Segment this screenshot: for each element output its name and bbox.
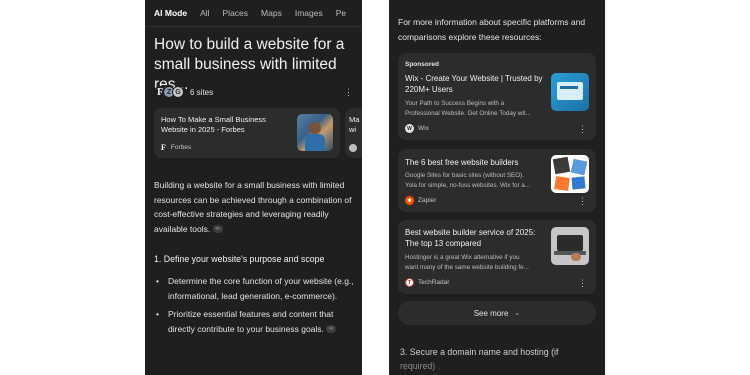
source-name: Wix bbox=[418, 125, 429, 132]
thumbnail-person-head bbox=[309, 122, 321, 134]
zapier-icon: ✱ bbox=[405, 196, 414, 205]
result-thumbnail bbox=[551, 73, 589, 111]
tab-partial[interactable]: Pe bbox=[336, 8, 346, 18]
wix-icon: W bbox=[405, 124, 414, 133]
result-title[interactable]: The 6 best free website builders bbox=[405, 157, 545, 168]
result-snippet: Hostinger is a great Wix alternative if … bbox=[405, 254, 529, 271]
list-item-text: Prioritize essential features and conten… bbox=[168, 309, 334, 334]
techradar-icon: T bbox=[405, 278, 414, 287]
source-card-title: Ma wi bbox=[349, 115, 360, 134]
list-item: Prioritize essential features and conten… bbox=[156, 307, 356, 336]
intro-paragraph: Building a website for a small business … bbox=[154, 178, 354, 236]
see-more-button[interactable]: See more ⌄ bbox=[398, 301, 596, 325]
sites-count: 6 sites bbox=[190, 87, 214, 97]
result-title[interactable]: Best website builder service of 2025: Th… bbox=[405, 227, 545, 249]
link-icon[interactable]: ∞ bbox=[326, 325, 337, 334]
forbes-logo-icon: F bbox=[161, 143, 166, 152]
resources-intro: For more information about specific plat… bbox=[398, 17, 586, 42]
more-options-icon[interactable]: ⋮ bbox=[578, 279, 587, 288]
right-phone-screen: For more information about specific plat… bbox=[389, 0, 605, 375]
tab-images[interactable]: Images bbox=[295, 8, 323, 18]
thumbnail-bar bbox=[560, 86, 578, 89]
result-source: ✱ Zapier bbox=[405, 196, 436, 205]
step-3-text-cont: required) bbox=[400, 361, 436, 371]
result-source: W Wix bbox=[405, 124, 429, 133]
result-thumbnail bbox=[551, 227, 589, 265]
more-options-icon[interactable]: ⋮ bbox=[344, 88, 353, 97]
intro-text: Building a website for a small business … bbox=[154, 180, 352, 234]
result-source: T TechRadar bbox=[405, 278, 449, 287]
thumbnail-person-body bbox=[305, 134, 325, 151]
result-card-techradar[interactable]: Best website builder service of 2025: Th… bbox=[398, 220, 596, 294]
step-1-bullets: Determine the core function of your webs… bbox=[156, 274, 356, 340]
result-snippet: Your Path to Success Begins with a Profe… bbox=[405, 100, 531, 117]
source-card-title: How To Make a Small Business Website in … bbox=[161, 115, 266, 134]
result-thumbnail bbox=[551, 155, 589, 193]
sponsored-label: Sponsored bbox=[405, 61, 439, 68]
site-favicon-icon bbox=[349, 144, 357, 152]
left-phone-screen: AI Mode All Places Maps Images Pe How to… bbox=[145, 0, 362, 375]
tab-ai-mode[interactable]: AI Mode bbox=[154, 8, 187, 18]
tab-all[interactable]: All bbox=[200, 8, 209, 18]
result-card-zapier[interactable]: The 6 best free website builders Google … bbox=[398, 149, 596, 212]
step-1-heading: 1. Define your website's purpose and sco… bbox=[154, 254, 325, 264]
chevron-down-icon: ⌄ bbox=[514, 310, 521, 317]
see-more-label: See more bbox=[473, 308, 509, 318]
site-favicon-icon: G bbox=[172, 86, 184, 98]
tab-places[interactable]: Places bbox=[223, 8, 249, 18]
thumbnail-screen bbox=[557, 82, 583, 100]
tab-maps[interactable]: Maps bbox=[261, 8, 282, 18]
search-mode-tabs: AI Mode All Places Maps Images Pe bbox=[145, 0, 362, 26]
more-options-icon[interactable]: ⋮ bbox=[578, 197, 587, 206]
link-icon[interactable]: ∞ bbox=[212, 225, 223, 234]
step-3-heading: 3. Secure a domain name and hosting (if … bbox=[400, 345, 590, 373]
source-card-forbes[interactable]: How To Make a Small Business Website in … bbox=[154, 108, 340, 158]
result-title[interactable]: Wix - Create Your Website | Trusted by 2… bbox=[405, 73, 545, 95]
result-snippet: Google Sites for basic sites (without SE… bbox=[405, 172, 531, 189]
source-thumbnail bbox=[297, 114, 333, 151]
more-options-icon[interactable]: ⋮ bbox=[578, 125, 587, 134]
tabs-divider bbox=[145, 26, 362, 27]
result-card-wix[interactable]: Sponsored Wix - Create Your Website | Tr… bbox=[398, 53, 596, 140]
source-name: Zapier bbox=[418, 197, 437, 204]
sources-row[interactable]: F Z G 6 sites bbox=[154, 85, 354, 99]
list-item-text: Determine the core function of your webs… bbox=[168, 276, 354, 301]
list-item: Determine the core function of your webs… bbox=[156, 274, 356, 303]
source-meta: F Forbes bbox=[161, 143, 191, 152]
source-name: TechRadar bbox=[418, 279, 450, 286]
step-3-text: 3. Secure a domain name and hosting (if bbox=[400, 347, 559, 357]
source-site-name: Forbes bbox=[170, 144, 192, 151]
source-card-partial[interactable]: Ma wi bbox=[345, 108, 362, 158]
